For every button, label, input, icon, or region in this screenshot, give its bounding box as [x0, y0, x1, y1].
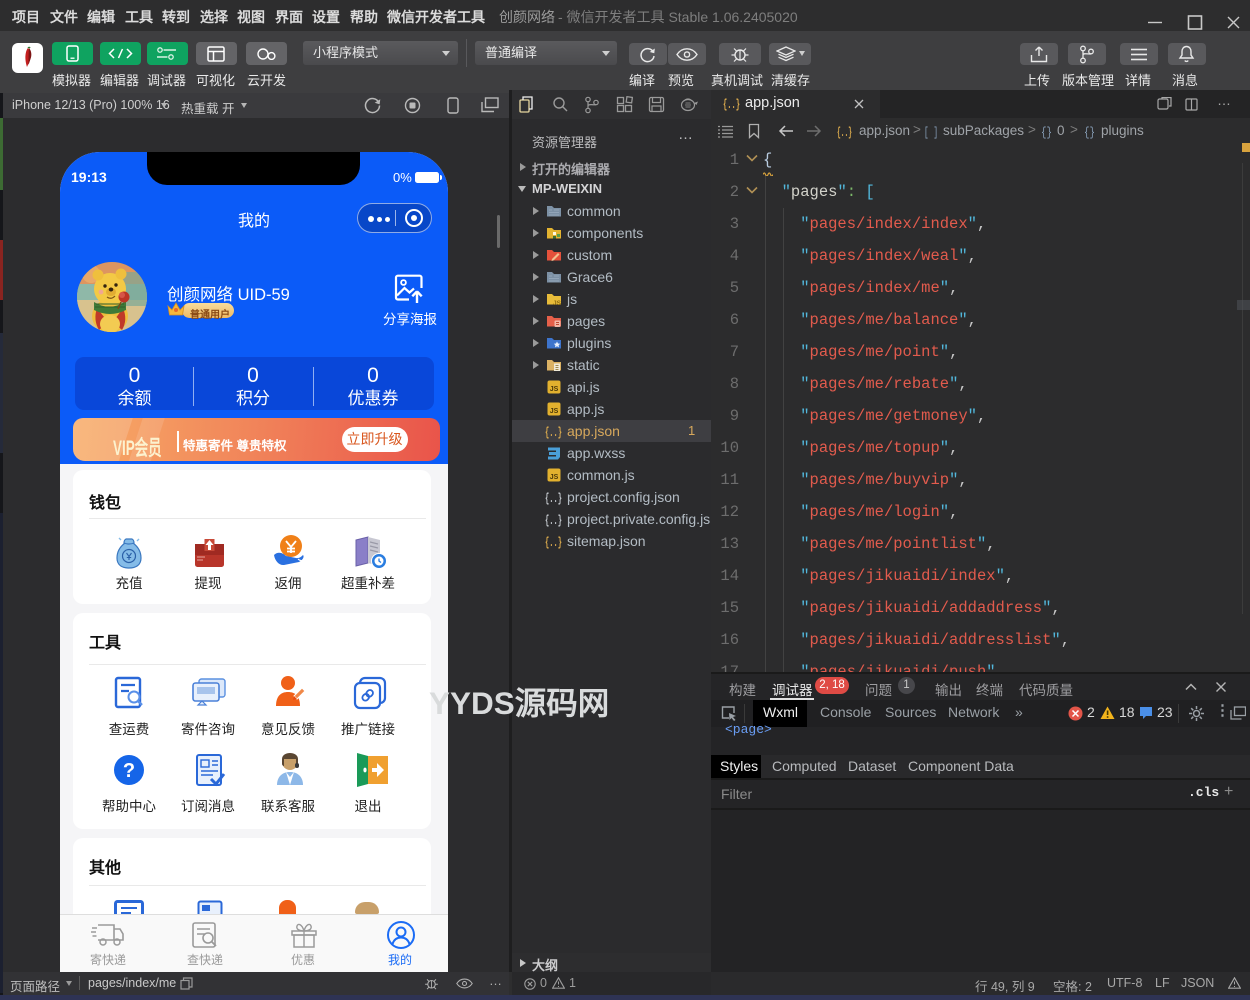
svg-text:{..}: {..} [545, 513, 562, 527]
svg-text:{}: {} [1041, 125, 1052, 139]
svg-text:JS: JS [550, 408, 559, 415]
svg-text:JS: JS [550, 474, 559, 481]
svg-text:[ ]: [ ] [924, 125, 938, 139]
svg-text:{..}: {..} [723, 97, 740, 111]
svg-text:JS: JS [553, 300, 562, 307]
svg-text:?: ? [123, 760, 135, 782]
svg-text:JS: JS [550, 386, 559, 393]
svg-text:{}: {} [1084, 125, 1095, 139]
svg-text:{..}: {..} [545, 535, 562, 549]
svg-text:{..}: {..} [545, 425, 562, 439]
svg-text:{..}: {..} [545, 491, 562, 505]
svg-text:{..}: {..} [837, 126, 852, 139]
